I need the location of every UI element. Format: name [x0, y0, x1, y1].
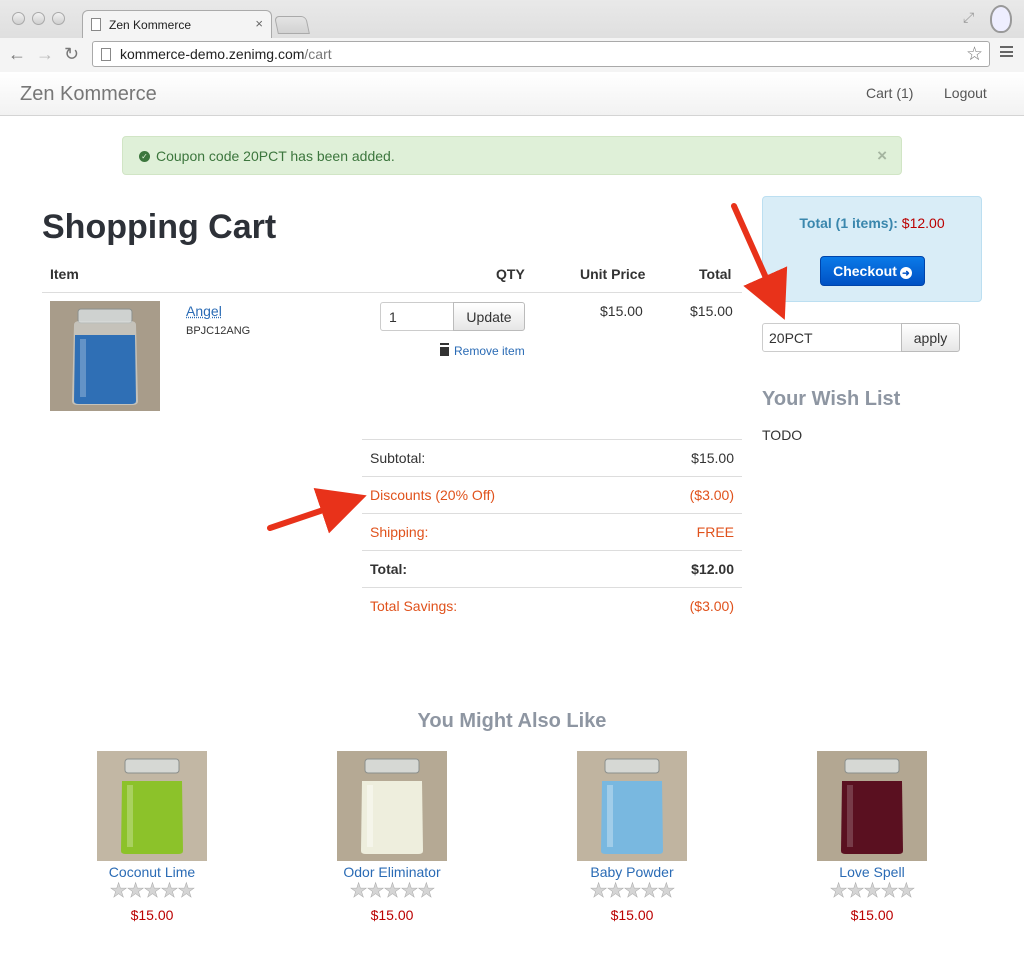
header-qty: QTY — [496, 266, 525, 282]
subtotal-value: $15.00 — [691, 450, 734, 466]
profile-icon[interactable] — [990, 5, 1012, 33]
new-tab-button[interactable] — [274, 16, 310, 34]
header-unit-price: Unit Price — [580, 266, 646, 282]
success-alert: ✓ Coupon code 20PCT has been added. × — [122, 136, 902, 175]
star-rating[interactable]: ★★★★★ — [72, 881, 232, 902]
star-rating[interactable]: ★★★★★ — [552, 881, 712, 902]
jar-image — [817, 751, 927, 861]
summary-divider — [362, 587, 742, 588]
close-tab-icon[interactable]: × — [255, 16, 263, 31]
recommendations-title: You Might Also Like — [417, 710, 607, 732]
recommendation-price: $15.00 — [370, 907, 414, 923]
order-total-line: Total (1 items): $12.00 — [763, 215, 981, 231]
quantity-input[interactable] — [380, 302, 454, 331]
order-total-amount: $12.00 — [901, 215, 945, 231]
back-icon[interactable]: ← — [8, 44, 26, 65]
url-text: kommerce-demo.zenimg.com/cart — [120, 46, 332, 62]
browser-tab[interactable]: Zen Kommerce × — [82, 10, 272, 38]
summary-divider — [362, 550, 742, 551]
site-navbar: Zen Kommerce Cart (1) Logout — [0, 73, 1024, 116]
line-total: $15.00 — [690, 303, 733, 319]
recommendation-price: $15.00 — [130, 907, 174, 923]
checkout-button[interactable]: Checkout ➜ — [820, 256, 925, 286]
url-host: kommerce-demo.zenimg.com — [120, 46, 305, 62]
recommendation-name-link[interactable]: Coconut Lime — [72, 864, 232, 880]
zoom-window-icon[interactable] — [52, 12, 65, 25]
fullscreen-icon[interactable]: ⤢ — [963, 9, 974, 26]
page-title: Shopping Cart — [42, 208, 277, 246]
check-circle-icon: ✓ — [139, 151, 150, 162]
tab-title: Zen Kommerce — [109, 18, 192, 32]
page-icon — [101, 48, 111, 61]
table-divider — [42, 292, 742, 293]
discount-value: ($3.00) — [689, 487, 734, 503]
jar-image — [337, 751, 447, 861]
recommendation-card: Baby Powder ★★★★★ $15.00 — [552, 751, 712, 923]
close-window-icon[interactable] — [12, 12, 25, 25]
product-image[interactable] — [817, 751, 927, 861]
coupon-input[interactable] — [762, 323, 902, 352]
apply-coupon-button[interactable]: apply — [901, 323, 960, 352]
shipping-value: FREE — [696, 524, 734, 540]
remove-item-link[interactable]: Remove item — [440, 344, 525, 358]
update-button[interactable]: Update — [453, 302, 525, 331]
order-total-label: Total (1 items): — [799, 215, 898, 231]
recommendation-price: $15.00 — [850, 907, 894, 923]
product-name-link[interactable]: Angel — [186, 303, 222, 319]
recommendation-card: Coconut Lime ★★★★★ $15.00 — [72, 751, 232, 923]
url-path: /cart — [304, 46, 332, 62]
product-sku: BPJC12ANG — [186, 325, 251, 337]
order-total-box: Total (1 items): $12.00 Checkout ➜ — [762, 196, 982, 302]
trash-icon — [440, 345, 449, 356]
star-rating[interactable]: ★★★★★ — [312, 881, 472, 902]
brand-link[interactable]: Zen Kommerce — [20, 83, 157, 106]
minimize-window-icon[interactable] — [32, 12, 45, 25]
arrow-to-discount — [267, 487, 367, 534]
recommendation-card: Odor Eliminator ★★★★★ $15.00 — [312, 751, 472, 923]
recommendation-price: $15.00 — [610, 907, 654, 923]
wishlist-title: Your Wish List — [762, 388, 901, 410]
header-total: Total — [699, 266, 732, 282]
recommendation-name-link[interactable]: Love Spell — [792, 864, 952, 880]
product-image[interactable] — [577, 751, 687, 861]
recommendation-card: Love Spell ★★★★★ $15.00 — [792, 751, 952, 923]
discount-label: Discounts (20% Off) — [370, 487, 496, 503]
product-image[interactable] — [50, 301, 160, 411]
unit-price: $15.00 — [600, 303, 643, 319]
wishlist-body: TODO — [762, 427, 803, 443]
recommendation-name-link[interactable]: Baby Powder — [552, 864, 712, 880]
nav-logout-link[interactable]: Logout — [944, 85, 987, 101]
browser-chrome: Zen Kommerce × ⤢ ← → ↻ kommerce-demo.zen… — [0, 0, 1024, 72]
recommendation-name-link[interactable]: Odor Eliminator — [312, 864, 472, 880]
savings-value: ($3.00) — [689, 598, 734, 614]
nav-cart-link[interactable]: Cart (1) — [866, 85, 913, 101]
total-label: Total: — [370, 561, 408, 577]
browser-menu-icon[interactable] — [1000, 46, 1013, 57]
address-bar[interactable]: kommerce-demo.zenimg.com/cart ☆ — [92, 41, 990, 67]
product-image[interactable] — [337, 751, 447, 861]
arrow-right-circle-icon: ➜ — [899, 267, 912, 279]
reload-icon[interactable]: ↻ — [64, 44, 79, 65]
remove-item-label: Remove item — [454, 344, 525, 358]
header-item: Item — [50, 266, 79, 282]
forward-icon[interactable]: → — [36, 44, 54, 65]
jar-image — [50, 301, 160, 411]
bookmark-star-icon[interactable]: ☆ — [966, 43, 983, 66]
jar-image — [577, 751, 687, 861]
checkout-label: Checkout — [833, 263, 897, 279]
page-icon — [91, 18, 101, 31]
summary-divider — [362, 513, 742, 514]
star-rating[interactable]: ★★★★★ — [792, 881, 952, 902]
shipping-label: Shipping: — [370, 524, 429, 540]
savings-label: Total Savings: — [370, 598, 458, 614]
alert-message: Coupon code 20PCT has been added. — [156, 148, 395, 164]
jar-image — [97, 751, 207, 861]
alert-close-button[interactable]: × — [877, 146, 887, 166]
summary-divider — [362, 476, 742, 477]
product-image[interactable] — [97, 751, 207, 861]
summary-divider — [362, 439, 742, 440]
subtotal-label: Subtotal: — [370, 450, 426, 466]
total-value: $12.00 — [691, 561, 734, 577]
